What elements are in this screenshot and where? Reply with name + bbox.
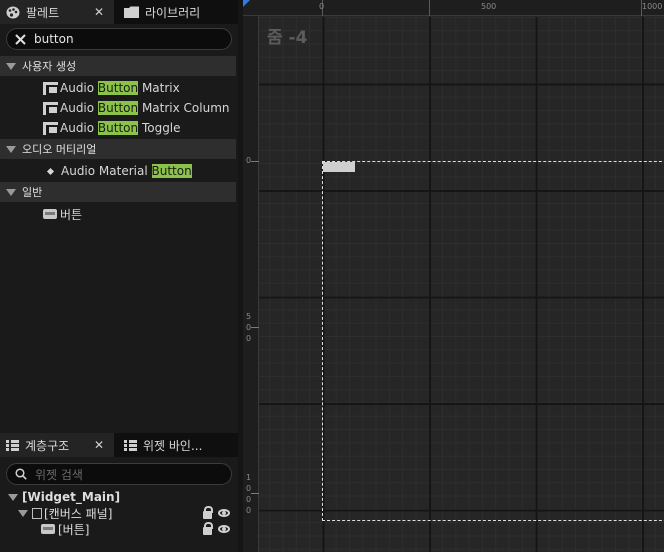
tab-palette-label: 팔레트 (26, 5, 60, 20)
item-text-pre: Audio (60, 81, 98, 95)
viewport-corner-marker (243, 0, 250, 7)
category-label: 오디오 머티리얼 (22, 143, 97, 156)
palette-search-value: button (34, 32, 74, 46)
expand-arrow-icon (6, 145, 16, 153)
zoom-level: 줌 -4 (267, 28, 308, 48)
palette-item-audio-material-button[interactable]: Audio Material Button (0, 161, 236, 181)
unlock-icon[interactable] (203, 521, 213, 535)
expand-arrow-icon (6, 62, 16, 70)
canvas-panel-outline[interactable] (322, 161, 664, 521)
tab-palette[interactable]: 팔레트 ✕ (0, 0, 114, 24)
ruler-left-label-1000-c: 0 (246, 495, 252, 504)
tab-hierarchy-close-icon[interactable]: ✕ (94, 438, 104, 452)
palette-item-audio-button-matrix[interactable]: Audio Button Matrix (0, 78, 236, 98)
ruler-left-label-1000-b: 0 (246, 484, 252, 493)
clear-search-icon[interactable] (15, 33, 26, 45)
category-label: 일반 (22, 186, 43, 199)
tree-node-canvas-panel[interactable]: [캔버스 패널] (0, 505, 236, 521)
ruler-left: 0 5 0 0 1 0 0 0 (243, 16, 259, 552)
ruler-left-label-500-a: 5 (246, 312, 252, 321)
ruler-left-label-1000-a: 1 (246, 473, 252, 482)
canvas-panel-icon (32, 507, 42, 519)
item-text-highlight: Button (97, 81, 139, 95)
tab-bindings-label: 위젯 바인... (143, 438, 203, 453)
button-widget-icon (43, 209, 57, 219)
category-audio-material[interactable]: 오디오 머티리얼 (0, 139, 236, 159)
item-text-highlight: Button (97, 121, 139, 135)
folder-icon (124, 6, 139, 18)
expand-arrow-icon (8, 493, 18, 501)
tree-node-label: [캔버스 패널] (44, 506, 113, 521)
ruler-left-label-1000-d: 0 (246, 506, 252, 515)
widget-matrix-icon (43, 121, 58, 135)
palette-tabbar: 팔레트 ✕ 라이브러리 (0, 0, 238, 24)
hierarchy-icon (6, 439, 19, 451)
category-common[interactable]: 일반 (0, 182, 236, 202)
unlock-icon[interactable] (203, 505, 213, 519)
button-widget-icon (41, 524, 55, 534)
item-text-post: Toggle (138, 121, 181, 135)
item-text-pre: Audio (60, 101, 98, 115)
item-text-pre: Audio (60, 121, 98, 135)
tree-node-label: [버튼] (58, 522, 90, 537)
widget-search-placeholder: 위젯 검색 (35, 467, 83, 482)
item-text-highlight: Button (97, 101, 139, 115)
widget-matrix-icon (43, 101, 58, 115)
tree-node-button[interactable]: [버튼] (0, 521, 236, 537)
widget-matrix-icon (43, 81, 58, 95)
ruler-label-1000: 1000 (642, 2, 663, 11)
expand-arrow-icon (6, 188, 16, 196)
item-text-pre: 버튼 (60, 207, 83, 222)
palette-item-audio-button-matrix-column[interactable]: Audio Button Matrix Column (0, 98, 236, 118)
bindings-icon (124, 439, 137, 451)
tree-node-widget-main[interactable]: [Widget_Main] (0, 489, 236, 505)
item-text-post: Matrix Column (138, 101, 230, 115)
diamond-bullet-icon (46, 167, 55, 175)
designer-viewport[interactable]: 0 500 1000 0 5 0 0 1 0 0 0 줌 -4 (243, 0, 664, 552)
widget-search-input[interactable]: 위젯 검색 (6, 463, 232, 485)
search-icon (15, 468, 27, 480)
visibility-eye-icon[interactable] (218, 525, 230, 533)
palette-icon (6, 6, 20, 18)
hierarchy-tabbar: 계층구조 ✕ 위젯 바인... (0, 433, 238, 457)
tab-library-label: 라이브러리 (145, 5, 201, 20)
ruler-left-label-0: 0 (246, 156, 252, 165)
tab-widget-bindings[interactable]: 위젯 바인... (118, 433, 236, 457)
palette-search-input[interactable]: button (6, 28, 232, 50)
tree-node-label: [Widget_Main] (22, 490, 121, 504)
tab-hierarchy[interactable]: 계층구조 ✕ (0, 433, 114, 457)
tab-hierarchy-label: 계층구조 (25, 438, 70, 453)
ruler-label-0: 0 (319, 2, 325, 11)
tab-library[interactable]: 라이브러리 (118, 0, 236, 24)
visibility-eye-icon[interactable] (218, 509, 230, 517)
palette-item-audio-button-toggle[interactable]: Audio Button Toggle (0, 118, 236, 138)
ruler-left-label-500-c: 0 (246, 334, 252, 343)
ruler-left-label-500-b: 0 (246, 323, 252, 332)
item-text-pre: Audio Material (61, 164, 152, 178)
ruler-top: 0 500 1000 (243, 0, 664, 16)
palette-item-button[interactable]: 버튼 (0, 204, 236, 224)
expand-arrow-icon (18, 509, 28, 517)
category-label: 사용자 생성 (22, 60, 77, 73)
tab-palette-close-icon[interactable]: ✕ (94, 5, 104, 19)
item-text-post: Matrix (138, 81, 180, 95)
item-text-highlight: Button (151, 164, 192, 178)
category-user-created[interactable]: 사용자 생성 (0, 56, 236, 76)
left-panel: 팔레트 ✕ 라이브러리 button 사용자 생성 Audio Button M… (0, 0, 238, 552)
ruler-label-500: 500 (481, 2, 497, 11)
button-widget-preview[interactable] (323, 162, 355, 172)
